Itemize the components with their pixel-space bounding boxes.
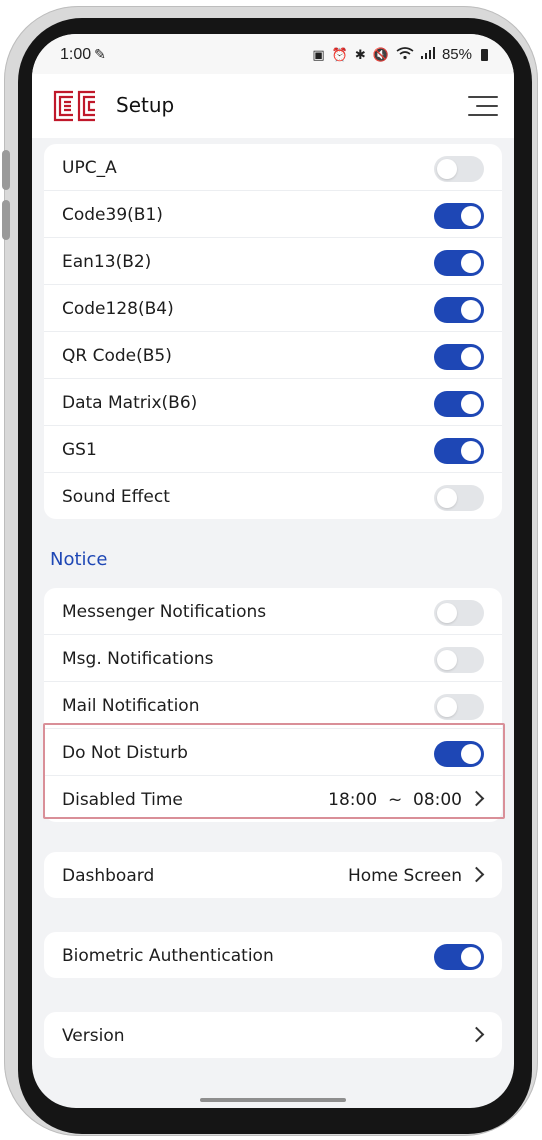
notice-card: Messenger Notifications Msg. Notificatio… — [44, 588, 502, 822]
pin-icon: ✎ — [94, 46, 106, 62]
setting-row-gs1: GS1 — [44, 426, 502, 473]
data-matrix-toggle[interactable] — [434, 391, 484, 417]
setting-label: Disabled Time — [62, 790, 183, 810]
setting-row-dashboard[interactable]: Dashboard Home Screen — [44, 852, 502, 898]
setting-row-ean13: Ean13(B2) — [44, 238, 502, 285]
bluetooth-icon: ✱ — [354, 46, 366, 62]
setting-label: Do Not Disturb — [62, 743, 188, 763]
msg-notifications-toggle[interactable] — [434, 647, 484, 673]
mute-icon: 🔇 — [372, 46, 389, 62]
setting-label: Mail Notification — [62, 696, 200, 716]
setting-row-upc-a: UPC_A — [44, 144, 502, 191]
messenger-notifications-toggle[interactable] — [434, 600, 484, 626]
app-header: Setup — [32, 74, 514, 138]
setting-row-version[interactable]: Version — [44, 1012, 502, 1058]
signal-icon — [420, 47, 435, 62]
battery-percent: 85% — [441, 46, 472, 63]
chevron-right-icon — [468, 790, 485, 807]
ec-logo — [51, 90, 97, 122]
setting-row-sound-effect: Sound Effect — [44, 473, 502, 519]
setting-row-do-not-disturb: Do Not Disturb — [44, 729, 502, 776]
setting-label: Biometric Authentication — [62, 946, 274, 966]
qr-code-toggle[interactable] — [434, 344, 484, 370]
version-card: Version — [44, 1012, 502, 1058]
setting-label: Msg. Notifications — [62, 649, 214, 669]
home-indicator[interactable] — [200, 1098, 346, 1102]
setting-label: Sound Effect — [62, 487, 170, 507]
setting-label: Dashboard — [62, 866, 155, 886]
notification-icon: ▣ — [312, 46, 325, 62]
page-title: Setup — [116, 93, 175, 117]
setting-row-code128: Code128(B4) — [44, 285, 502, 332]
status-bar: 1:00 ✎ ▣ ⏰ ✱ 🔇 85% — [32, 34, 514, 74]
status-time-wrap: 1:00 ✎ — [60, 46, 106, 64]
notice-section-title: Notice — [50, 549, 108, 570]
code128-toggle[interactable] — [434, 297, 484, 323]
biometric-card: Biometric Authentication — [44, 932, 502, 978]
sound-effect-toggle[interactable] — [434, 485, 484, 511]
chevron-right-icon — [468, 866, 485, 883]
setting-label: QR Code(B5) — [62, 346, 172, 366]
status-icons: ▣ ⏰ ✱ 🔇 85% — [312, 46, 488, 63]
barcode-settings-card: UPC_A Code39(B1) Ean13(B2) Code128(B4) Q… — [44, 144, 502, 519]
setting-row-msg-notifications: Msg. Notifications — [44, 635, 502, 682]
hamburger-menu-icon[interactable] — [468, 94, 498, 118]
setting-row-data-matrix: Data Matrix(B6) — [44, 379, 502, 426]
setting-row-biometric: Biometric Authentication — [44, 932, 502, 978]
wifi-icon — [396, 46, 414, 63]
mail-notification-toggle[interactable] — [434, 694, 484, 720]
setting-row-mail-notification: Mail Notification — [44, 682, 502, 729]
disabled-time-value: 18:00 ~ 08:00 — [328, 790, 462, 810]
setting-label: GS1 — [62, 440, 97, 460]
ean13-toggle[interactable] — [434, 250, 484, 276]
battery-icon — [481, 48, 488, 61]
volume-button-2 — [2, 200, 10, 240]
biometric-toggle[interactable] — [434, 944, 484, 970]
do-not-disturb-toggle[interactable] — [434, 741, 484, 767]
alarm-icon: ⏰ — [331, 46, 348, 62]
phone-screen: 1:00 ✎ ▣ ⏰ ✱ 🔇 85% Setup UPC_A Code39(B1… — [32, 34, 514, 1108]
setting-row-qr-code: QR Code(B5) — [44, 332, 502, 379]
code39-toggle[interactable] — [434, 203, 484, 229]
setting-row-messenger-notifications: Messenger Notifications — [44, 588, 502, 635]
setting-row-disabled-time[interactable]: Disabled Time 18:00 ~ 08:00 — [44, 776, 502, 822]
setting-label: Ean13(B2) — [62, 252, 152, 272]
dashboard-card: Dashboard Home Screen — [44, 852, 502, 898]
setting-label: Messenger Notifications — [62, 602, 267, 622]
status-time: 1:00 — [60, 46, 92, 63]
setting-label: Version — [62, 1026, 125, 1046]
gs1-toggle[interactable] — [434, 438, 484, 464]
setting-label: Data Matrix(B6) — [62, 393, 198, 413]
volume-button — [2, 150, 10, 190]
chevron-right-icon — [468, 1026, 485, 1043]
setting-label: Code39(B1) — [62, 205, 163, 225]
dashboard-value: Home Screen — [347, 866, 462, 886]
setting-label: UPC_A — [62, 158, 117, 178]
setting-row-code39: Code39(B1) — [44, 191, 502, 238]
upc-a-toggle[interactable] — [434, 156, 484, 182]
setting-label: Code128(B4) — [62, 299, 174, 319]
